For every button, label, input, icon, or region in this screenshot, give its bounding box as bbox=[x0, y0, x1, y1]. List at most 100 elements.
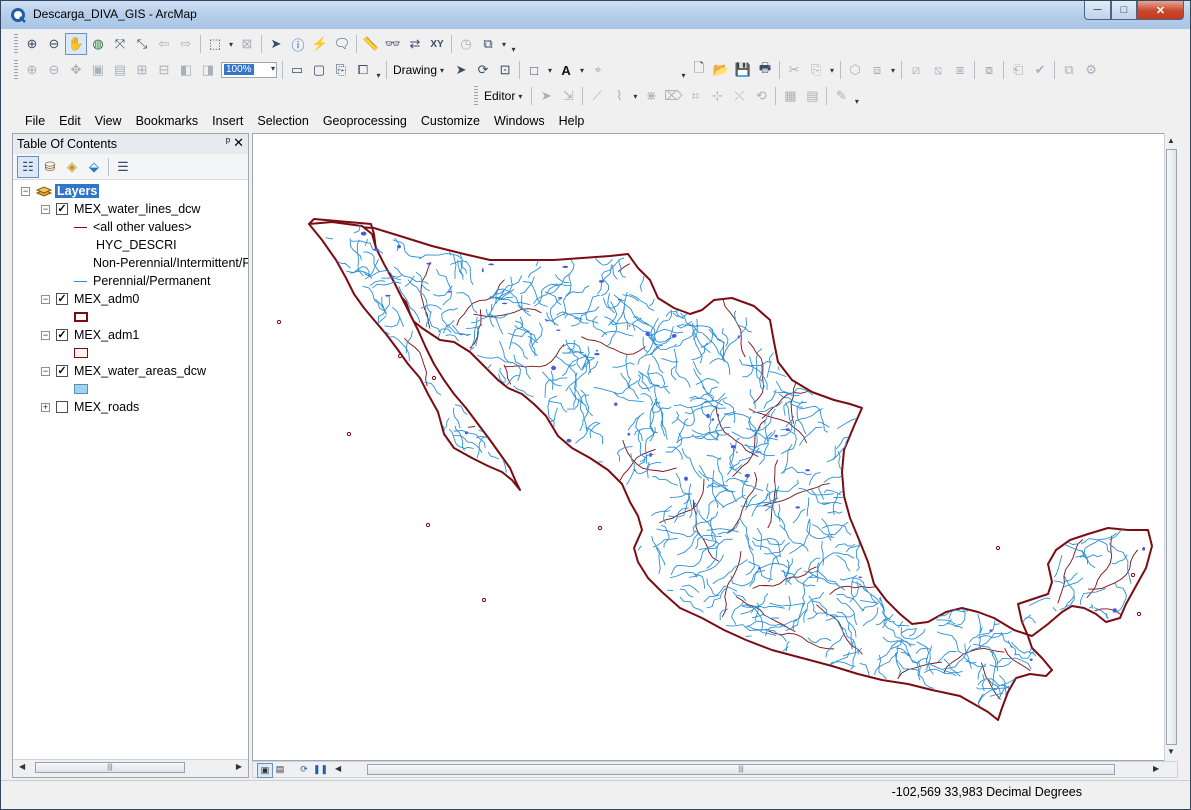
layer-row-water-lines[interactable]: − ✓ MEX_water_lines_dcw bbox=[41, 200, 200, 218]
sketch-properties-icon[interactable]: ▤ bbox=[801, 85, 823, 107]
layer-visibility-checkbox[interactable]: ✓ bbox=[56, 365, 68, 377]
menu-insert[interactable]: Insert bbox=[205, 114, 250, 128]
mexico-admin-polygon[interactable] bbox=[308, 218, 1153, 721]
menu-selection[interactable]: Selection bbox=[250, 114, 315, 128]
polygon-symbol-beige[interactable] bbox=[74, 348, 88, 358]
select-features-dropdown-icon[interactable]: ▾ bbox=[226, 40, 236, 49]
title-bar[interactable]: Descarga_DIVA_GIS - ArcMap ─ □ ✕ bbox=[1, 1, 1190, 29]
polygon-symbol-light-blue[interactable] bbox=[74, 384, 88, 394]
layers-root-row[interactable]: − Layers bbox=[21, 182, 100, 200]
create-viewer-window-icon[interactable]: ⧉ bbox=[477, 33, 499, 55]
layout-zoom-in-icon[interactable]: ⊕ bbox=[21, 59, 43, 81]
layer-row-adm1[interactable]: − ✓ MEX_adm1 bbox=[41, 326, 139, 344]
topology-icon[interactable]: ⧄ bbox=[905, 59, 927, 81]
map-vertical-scrollbar[interactable]: ▲ ▼ bbox=[1164, 133, 1178, 761]
layer-visibility-checkbox[interactable]: ✓ bbox=[56, 203, 68, 215]
layout-fixed-in-icon[interactable]: ⊞ bbox=[131, 59, 153, 81]
editor-menu-button[interactable]: Editor ▾ bbox=[481, 89, 528, 103]
zoom-100-icon[interactable]: ▤ bbox=[109, 59, 131, 81]
spatial-adjust-icon[interactable]: ⧇ bbox=[978, 59, 1000, 81]
layer-row-water-areas[interactable]: − ✓ MEX_water_areas_dcw bbox=[41, 362, 206, 380]
toolbar-options-icon[interactable]: ▾ bbox=[509, 34, 518, 54]
measure-ruler-icon[interactable]: 📏 bbox=[360, 33, 382, 55]
toc-header[interactable]: Table Of Contents ᵖ ✕ bbox=[13, 134, 248, 155]
toc-horizontal-scrollbar[interactable]: ◀ ||| ▶ bbox=[13, 759, 248, 777]
maximize-button[interactable]: □ bbox=[1111, 1, 1137, 20]
zoom-percent-combobox[interactable]: 100% ▾ bbox=[221, 62, 277, 78]
html-popup-icon[interactable]: 🗨 bbox=[331, 33, 353, 55]
data-driven-pages-icon[interactable]: ⧠ bbox=[352, 59, 374, 81]
back-arrow-icon[interactable]: ⇦ bbox=[153, 33, 175, 55]
menu-help[interactable]: Help bbox=[552, 114, 592, 128]
open-folder-icon[interactable]: 📂 bbox=[710, 59, 732, 81]
menu-edit[interactable]: Edit bbox=[52, 114, 88, 128]
scroll-thumb[interactable] bbox=[1166, 149, 1177, 745]
fixed-zoom-out-icon[interactable]: ⤡ bbox=[131, 33, 153, 55]
rectangle-icon[interactable]: □ bbox=[523, 59, 545, 81]
fixed-zoom-in-icon[interactable]: ⤧ bbox=[109, 33, 131, 55]
layer-row-adm0[interactable]: − ✓ MEX_adm0 bbox=[41, 290, 139, 308]
edit-annotation-icon[interactable]: ⇲ bbox=[557, 85, 579, 107]
layer-row-roads[interactable]: + MEX_roads bbox=[41, 398, 139, 416]
rotate-icon[interactable]: ⟳ bbox=[472, 59, 494, 81]
full-extent-globe-icon[interactable]: ◍ bbox=[87, 33, 109, 55]
layout-forward-icon[interactable]: ◨ bbox=[197, 59, 219, 81]
layer-name[interactable]: MEX_water_areas_dcw bbox=[74, 364, 206, 378]
layer-name[interactable]: MEX_adm0 bbox=[74, 292, 139, 306]
line-symbol-blue[interactable] bbox=[74, 280, 87, 282]
menu-file[interactable]: File bbox=[1, 114, 52, 128]
layout-back-icon[interactable]: ◧ bbox=[175, 59, 197, 81]
create-features-icon[interactable]: ✎ bbox=[830, 85, 852, 107]
text-dropdown-icon[interactable]: ▾ bbox=[577, 66, 587, 75]
close-button[interactable]: ✕ bbox=[1137, 1, 1184, 20]
scroll-down-icon[interactable]: ▼ bbox=[1167, 747, 1175, 756]
line-symbol-dark-red[interactable] bbox=[74, 226, 87, 228]
straight-segment-icon[interactable]: ⟋ bbox=[586, 85, 608, 107]
menu-geoprocessing[interactable]: Geoprocessing bbox=[316, 114, 414, 128]
menu-customize[interactable]: Customize bbox=[414, 114, 487, 128]
toc-options-icon[interactable]: ☰ bbox=[112, 156, 134, 178]
topology-edit-icon[interactable]: ⧅ bbox=[927, 59, 949, 81]
print-icon[interactable]: 🖶 bbox=[754, 59, 776, 81]
toolbar-grip[interactable] bbox=[14, 60, 18, 80]
versioning-check-icon[interactable]: ✔ bbox=[1029, 59, 1051, 81]
scroll-right-icon[interactable]: ▶ bbox=[236, 762, 242, 771]
versioning-icon[interactable]: ⎗ bbox=[1007, 59, 1029, 81]
collapse-icon[interactable]: − bbox=[41, 204, 50, 214]
sketch-tool-icon[interactable]: ⌇ bbox=[608, 85, 630, 107]
pan-hand-icon[interactable]: ✋ bbox=[65, 33, 87, 55]
collapse-icon[interactable]: − bbox=[41, 294, 50, 304]
rectangle-dropdown-icon[interactable]: ▾ bbox=[545, 66, 555, 75]
layout-pan-icon[interactable]: ✥ bbox=[65, 59, 87, 81]
change-layout-icon[interactable]: ⎘ bbox=[330, 59, 352, 81]
list-by-source-icon[interactable]: ⛁ bbox=[39, 156, 61, 178]
map-view[interactable] bbox=[252, 133, 1178, 761]
list-by-selection-icon[interactable]: ⬙ bbox=[83, 156, 105, 178]
layer-visibility-checkbox[interactable]: ✓ bbox=[56, 329, 68, 341]
layer-name[interactable]: MEX_water_lines_dcw bbox=[74, 202, 200, 216]
copy-dropdown-icon[interactable]: ▾ bbox=[827, 66, 837, 75]
find-binoculars-icon[interactable]: 👓 bbox=[382, 33, 404, 55]
menu-bookmarks[interactable]: Bookmarks bbox=[129, 114, 206, 128]
zoom-whole-page-icon[interactable]: ▣ bbox=[87, 59, 109, 81]
rotate-edit-icon[interactable]: ⤬ bbox=[728, 85, 750, 107]
toc-close-icon[interactable]: ✕ bbox=[233, 135, 244, 151]
toolbar-grip[interactable] bbox=[14, 34, 18, 54]
pause-drawing-icon[interactable]: ❚❚ bbox=[313, 763, 328, 776]
copy-icon[interactable]: ⎘ bbox=[805, 59, 827, 81]
toolbar-options-icon[interactable]: ▾ bbox=[679, 60, 688, 80]
cut-polygons-icon[interactable]: ⌗ bbox=[684, 85, 706, 107]
identify-info-icon[interactable]: ⓘ bbox=[287, 33, 309, 55]
go-to-xy-icon[interactable]: XY bbox=[426, 33, 448, 55]
scroll-right-icon[interactable]: ▶ bbox=[1153, 764, 1159, 773]
collapse-icon[interactable]: − bbox=[41, 366, 50, 376]
layer-visibility-checkbox[interactable]: ✓ bbox=[56, 293, 68, 305]
collapse-icon[interactable]: − bbox=[21, 186, 30, 196]
reshape-icon[interactable]: ⌦ bbox=[662, 85, 684, 107]
expand-icon[interactable]: + bbox=[41, 402, 50, 412]
toggle-draft-mode-icon[interactable]: ▭ bbox=[286, 59, 308, 81]
edit-vertices-tool-icon[interactable]: ⋇ bbox=[640, 85, 662, 107]
layout-view-icon[interactable]: ▤ bbox=[273, 763, 287, 776]
cut-icon[interactable]: ✂ bbox=[783, 59, 805, 81]
layout-fixed-out-icon[interactable]: ⊟ bbox=[153, 59, 175, 81]
